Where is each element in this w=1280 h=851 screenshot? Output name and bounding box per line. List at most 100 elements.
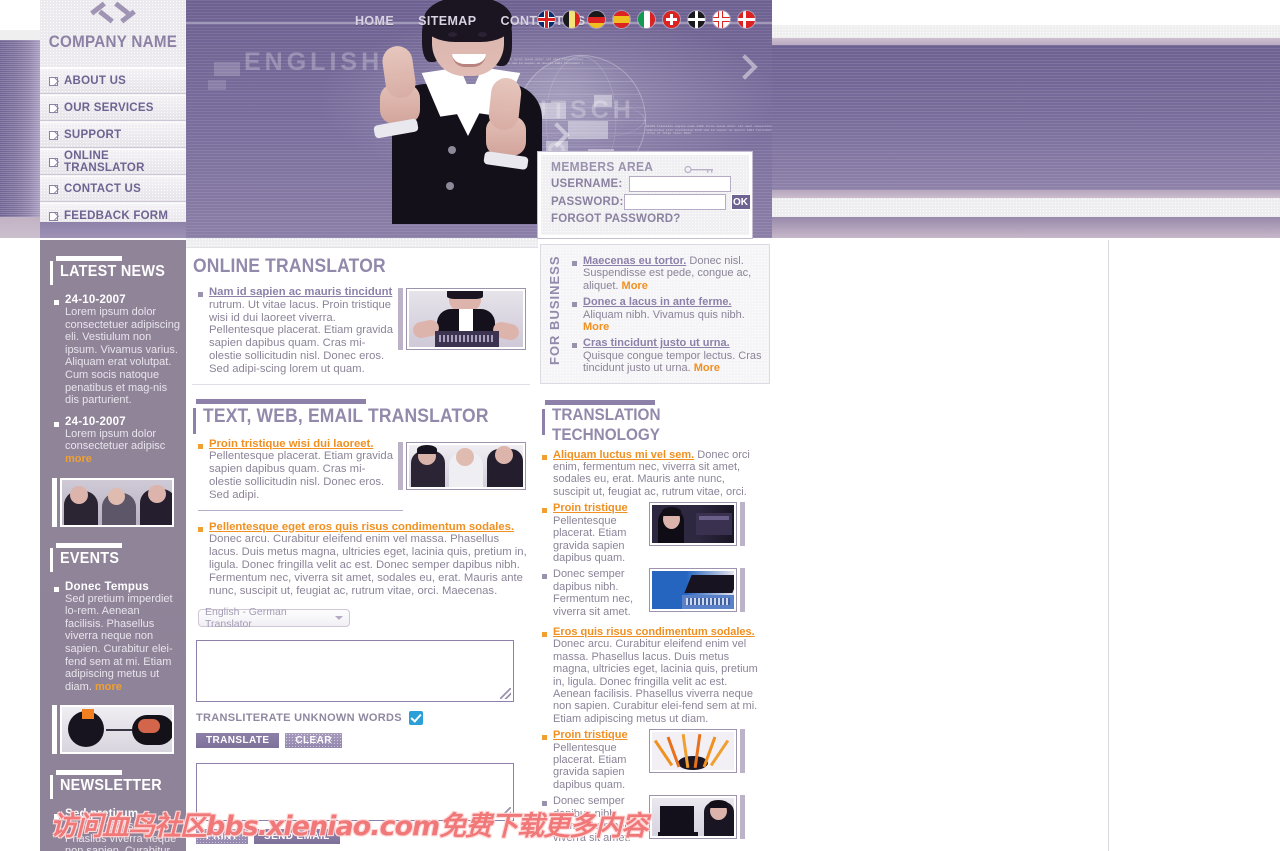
arrow-square-icon <box>49 103 58 113</box>
banner-arrow-icon-1 <box>732 54 758 80</box>
section-bar <box>50 547 53 572</box>
nav-sitemap[interactable]: SITEMAP <box>418 14 476 28</box>
flag-denmark-icon[interactable] <box>738 11 755 28</box>
sidebar-item-online-translator[interactable]: ONLINE TRANSLATOR <box>40 149 186 175</box>
for-business-more-link[interactable]: More <box>583 321 609 333</box>
tech-link[interactable]: Proin tristique <box>553 729 628 741</box>
for-business-more-link[interactable]: More <box>622 280 648 292</box>
sidebar-footer-bar <box>40 222 186 238</box>
events-photo-bomb-mouse <box>52 705 174 755</box>
language-flag-list[interactable] <box>538 11 755 28</box>
news-item: 24-10-2007 Lorem ipsum dolor consectetue… <box>54 416 180 466</box>
banner-word-english: ENGLISH <box>244 48 384 76</box>
tech-item: Proin tristique Pellentesque placerat. E… <box>542 502 772 564</box>
left-decor-white <box>0 0 40 30</box>
forgot-password-link[interactable]: FORGOT PASSWORD? <box>551 213 749 225</box>
language-pair-value: English - German Translator <box>205 606 287 631</box>
sidebar-item-contact-us[interactable]: CONTACT US <box>40 176 186 202</box>
sidebar-item-label: FEEDBACK FORM <box>64 210 169 222</box>
login-ok-button[interactable]: OK <box>730 194 751 210</box>
password-input[interactable] <box>623 194 726 210</box>
translate-button[interactable]: TRANSLATE <box>196 733 280 749</box>
news-text: Lorem ipsum dolor consectetuer adipiscin… <box>65 306 180 407</box>
tech-item: Eros quis risus condimentum sodales. Don… <box>542 626 772 725</box>
bullet-icon <box>54 300 59 305</box>
source-text-input[interactable] <box>197 641 513 702</box>
password-row: PASSWORD: OK <box>551 194 751 210</box>
sidebar-item-our-services[interactable]: OUR SERVICES <box>40 95 186 121</box>
center-top-strip <box>186 238 538 248</box>
transliterate-checkbox[interactable] <box>408 711 423 726</box>
translate-button-row: TRANSLATE CLEAR <box>196 733 538 749</box>
arrow-square-icon <box>49 211 58 221</box>
chevron-down-icon <box>335 616 343 621</box>
text-web-email-title: TEXT, WEB, EMAIL TRANSLATOR <box>203 405 489 427</box>
event-more-link[interactable]: more <box>95 681 122 693</box>
tw-item-2-link[interactable]: Pellentesque eget eros quis risus condim… <box>209 521 514 533</box>
for-business-more-link[interactable]: More <box>694 362 720 374</box>
members-area-panel: MEMBERS AREA USERNAME: PASSWORD: OK FORG… <box>538 152 752 238</box>
right-content-column: FOR BUSINESS Maecenas eu tortor. Donec n… <box>538 238 772 851</box>
for-business-link[interactable]: Donec a lacus in ante ferme. <box>583 296 732 308</box>
bullet-icon <box>542 574 547 580</box>
section-bar <box>50 261 53 285</box>
online-translator-item: Nam id sapien ac mauris tincidunt rutrum… <box>198 286 398 376</box>
language-pair-select[interactable]: English - German Translator <box>198 606 350 631</box>
sidebar-item-about-us[interactable]: ABOUT US <box>40 68 186 94</box>
tech-body: Pellentesque placerat. Etiam gravida sap… <box>553 514 627 564</box>
tech-photo-woman-headset <box>649 502 745 547</box>
key-icon <box>684 166 713 173</box>
tech-link[interactable]: Aliquam luctus mi vel sem. <box>553 449 694 461</box>
tech-link[interactable]: Proin tristique <box>553 502 628 514</box>
newsletter-title: NEWSLETTER <box>60 777 162 795</box>
company-name: COMPANY NAME <box>48 33 178 51</box>
online-translator-body: rutrum. Ut vitae lacus. Proin tristique … <box>209 298 393 375</box>
transliterate-option[interactable]: TRANSLITERATE UNKNOWN WORDS <box>196 711 538 726</box>
flag-italy-icon[interactable] <box>638 11 655 28</box>
news-more-link[interactable]: more <box>65 453 92 465</box>
tech-item: Aliquam luctus mi vel sem. Donec orci en… <box>542 449 772 499</box>
flag-belgium-icon[interactable] <box>563 11 580 28</box>
tech-photo-man-monitor <box>649 795 745 840</box>
logo-box: COMPANY NAME <box>40 0 186 68</box>
tw-item-1-link[interactable]: Proin tristique wisi dui laoreet. <box>209 438 373 450</box>
tech-item: Donec semper dapibus nibh. Fermentum nec… <box>542 568 772 618</box>
for-business-item: Maecenas eu tortor. Donec nisl. Suspendi… <box>572 255 763 292</box>
for-business-section: FOR BUSINESS Maecenas eu tortor. Donec n… <box>540 244 770 384</box>
flag-uk-icon[interactable] <box>538 11 555 28</box>
bullet-icon <box>198 292 203 297</box>
flag-norway-icon[interactable] <box>713 11 730 28</box>
username-input[interactable] <box>629 176 731 192</box>
clear-button[interactable]: CLEAR <box>285 733 341 749</box>
right-decor-white-bottom <box>772 238 1280 851</box>
tech-photo-hand-screen <box>649 568 745 613</box>
left-decor-strip <box>0 30 40 40</box>
online-translator-section: ONLINE TRANSLATOR Nam id sapien ac mauri… <box>186 256 538 385</box>
page-root: ENGLISH DEUTSCH ITALIANO TRANSLATION 010… <box>0 0 1280 851</box>
nav-home[interactable]: HOME <box>355 14 394 28</box>
text-web-email-translator-section: TEXT, WEB, EMAIL TRANSLATOR Proin tristi… <box>186 398 538 598</box>
flag-switzerland-icon[interactable] <box>663 11 680 28</box>
sidebar-item-label: ABOUT US <box>64 75 127 87</box>
for-business-link[interactable]: Maecenas eu tortor. <box>583 255 686 267</box>
content-divider <box>198 509 403 511</box>
right-decor-lilac-top <box>772 38 1280 45</box>
tech-body: Donec arcu. Curabitur eleifend enim vel … <box>553 638 758 725</box>
banner-photo-woman-thumbs-up <box>373 0 546 224</box>
for-business-link[interactable]: Cras tincidunt justo ut urna. <box>583 337 730 349</box>
tw-item-2-body: Donec arcu. Curabitur eleifend enim vel … <box>209 533 527 597</box>
bullet-icon <box>542 631 547 637</box>
left-content-column: LATEST NEWS 24-10-2007 Lorem ipsum dolor… <box>40 240 186 851</box>
flag-germany-icon[interactable] <box>588 11 605 28</box>
event-item: Donec Tempus Sed pretium imperdiet lo-re… <box>54 581 180 694</box>
flag-estonia-icon[interactable] <box>688 11 705 28</box>
bullet-icon <box>542 454 547 460</box>
flag-spain-icon[interactable] <box>613 11 630 28</box>
resize-grip-icon[interactable] <box>500 688 511 700</box>
online-translator-link[interactable]: Nam id sapien ac mauris tincidunt <box>209 286 392 298</box>
sidebar-item-support[interactable]: SUPPORT <box>40 122 186 148</box>
tech-link[interactable]: Eros quis risus condimentum sodales. <box>553 626 755 638</box>
transliterate-label: TRANSLITERATE UNKNOWN WORDS <box>196 712 402 725</box>
tech-body: Donec semper dapibus nibh. Fermentum nec… <box>553 568 634 618</box>
news-item: 24-10-2007 Lorem ipsum dolor consectetue… <box>54 294 180 407</box>
